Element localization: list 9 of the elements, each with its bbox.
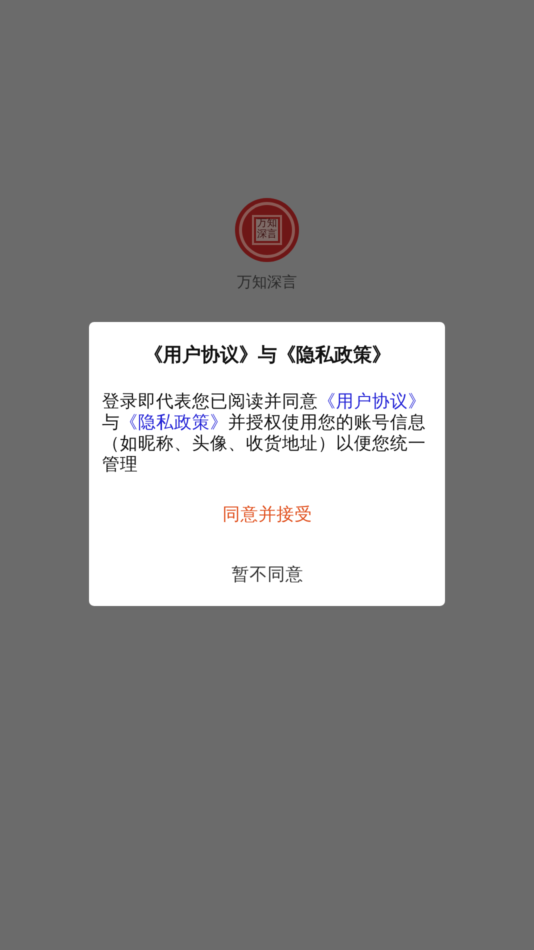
dialog-title: 《用户协议》与《隐私政策》 — [143, 343, 392, 368]
seal-logo-icon — [234, 197, 300, 263]
decline-button[interactable]: 暂不同意 — [222, 556, 314, 592]
app-name: 万知深言 — [237, 273, 297, 292]
policy-link[interactable]: 《隐私政策》 — [120, 413, 228, 433]
policy-link[interactable]: 《用户协议》 — [318, 392, 426, 412]
agree-button[interactable]: 同意并接受 — [212, 496, 322, 532]
dialog-message: 登录即代表您已阅读并同意《用户协议》 与《隐私政策》并授权使用您的账号信息（如昵称、头像、收货地址）以便您统一管理 — [102, 392, 427, 476]
logo-text: 万知深言 — [256, 218, 278, 240]
